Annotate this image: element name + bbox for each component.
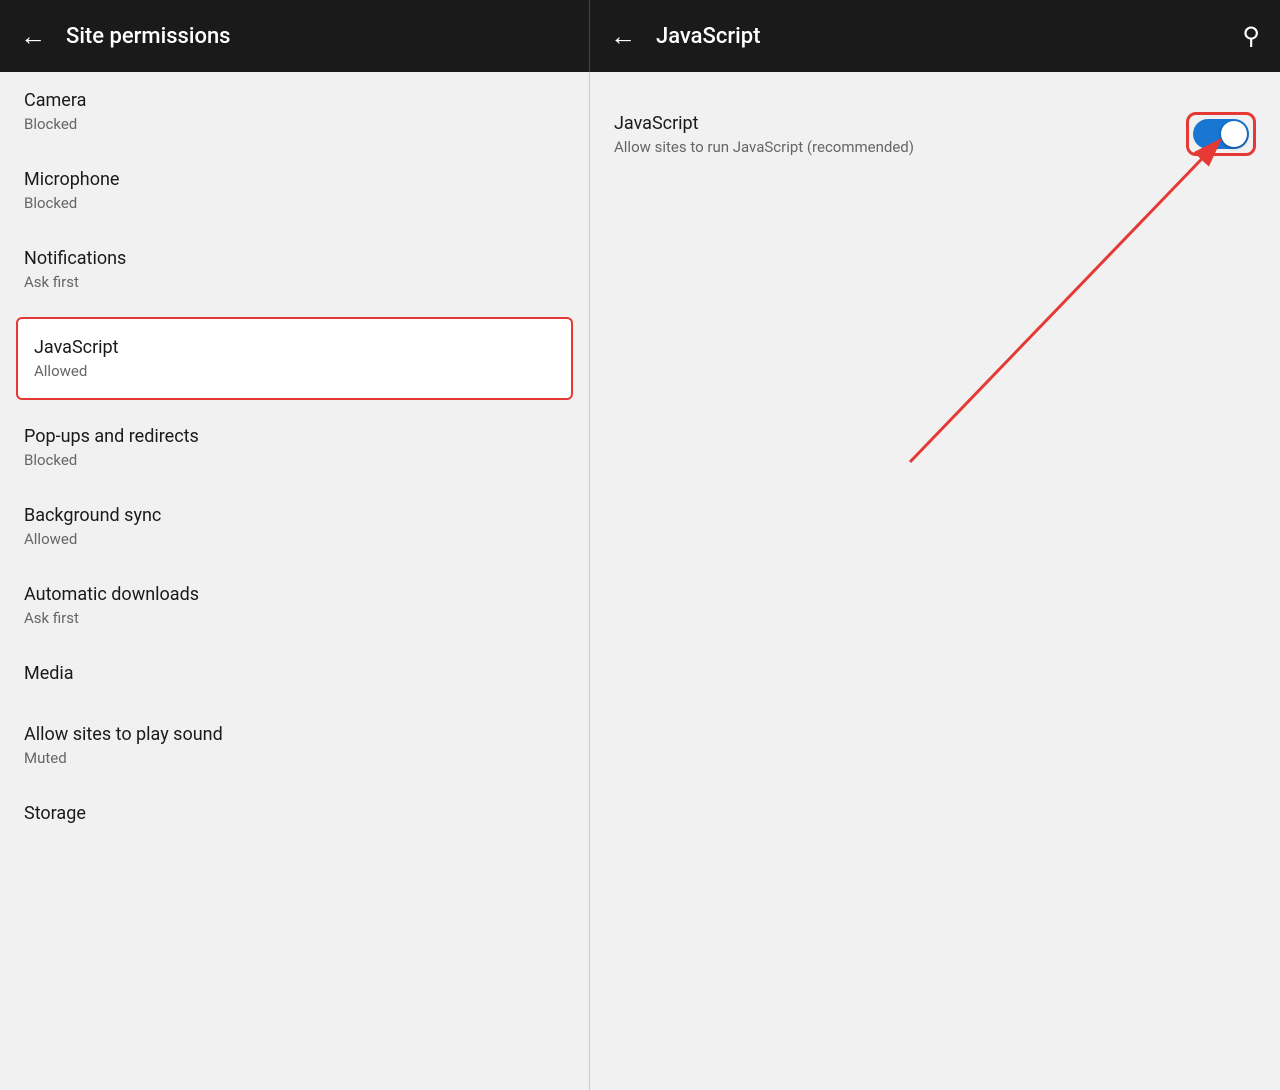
- permission-camera-subtitle: Blocked: [24, 115, 565, 133]
- left-panel: Camera Blocked Microphone Blocked Notifi…: [0, 72, 590, 1090]
- javascript-toggle[interactable]: [1193, 119, 1249, 149]
- permission-javascript-subtitle: Allowed: [34, 362, 555, 380]
- content-row: Camera Blocked Microphone Blocked Notifi…: [0, 72, 1280, 1090]
- toggle-knob: [1221, 121, 1247, 147]
- permission-automatic-downloads-subtitle: Ask first: [24, 609, 565, 627]
- permission-popups-title: Pop-ups and redirects: [24, 426, 565, 447]
- javascript-setting-row: JavaScript Allow sites to run JavaScript…: [614, 96, 1256, 172]
- permission-automatic-downloads[interactable]: Automatic downloads Ask first: [0, 566, 589, 645]
- permission-javascript-title: JavaScript: [34, 337, 555, 358]
- left-header: ← Site permissions: [0, 0, 590, 72]
- permission-sound-title: Allow sites to play sound: [24, 724, 565, 745]
- permission-sound[interactable]: Allow sites to play sound Muted: [0, 706, 589, 785]
- permission-background-sync[interactable]: Background sync Allowed: [0, 487, 589, 566]
- permission-storage-title: Storage: [24, 803, 565, 824]
- right-panel: JavaScript Allow sites to run JavaScript…: [590, 72, 1280, 1090]
- permission-microphone[interactable]: Microphone Blocked: [0, 151, 589, 230]
- right-header: ← JavaScript ⚲: [590, 0, 1280, 72]
- header-row: ← Site permissions ← JavaScript ⚲: [0, 0, 1280, 72]
- permission-microphone-subtitle: Blocked: [24, 194, 565, 212]
- permission-popups[interactable]: Pop-ups and redirects Blocked: [0, 408, 589, 487]
- javascript-setting-text: JavaScript Allow sites to run JavaScript…: [614, 113, 914, 156]
- left-header-title: Site permissions: [66, 24, 231, 49]
- javascript-toggle-wrapper: [1186, 112, 1256, 156]
- permission-popups-subtitle: Blocked: [24, 451, 565, 469]
- javascript-setting-subtitle: Allow sites to run JavaScript (recommend…: [614, 138, 914, 156]
- permission-microphone-title: Microphone: [24, 169, 565, 190]
- right-header-left: ← JavaScript: [610, 21, 760, 52]
- left-back-button[interactable]: ←: [20, 21, 46, 52]
- permission-camera[interactable]: Camera Blocked: [0, 72, 589, 151]
- permission-media[interactable]: Media: [0, 645, 589, 706]
- permission-notifications[interactable]: Notifications Ask first: [0, 230, 589, 309]
- permission-camera-title: Camera: [24, 90, 565, 111]
- javascript-setting-title: JavaScript: [614, 113, 914, 134]
- javascript-settings: JavaScript Allow sites to run JavaScript…: [590, 72, 1280, 196]
- permission-notifications-subtitle: Ask first: [24, 273, 565, 291]
- permission-media-title: Media: [24, 663, 565, 684]
- permission-background-sync-title: Background sync: [24, 505, 565, 526]
- search-icon[interactable]: ⚲: [1242, 22, 1260, 50]
- permission-javascript[interactable]: JavaScript Allowed: [16, 317, 573, 400]
- right-back-button[interactable]: ←: [610, 21, 636, 52]
- annotation-arrow: [590, 72, 1280, 1090]
- permission-sound-subtitle: Muted: [24, 749, 565, 767]
- permission-notifications-title: Notifications: [24, 248, 565, 269]
- permission-background-sync-subtitle: Allowed: [24, 530, 565, 548]
- right-header-title: JavaScript: [656, 24, 760, 49]
- permission-storage[interactable]: Storage: [0, 785, 589, 846]
- permission-automatic-downloads-title: Automatic downloads: [24, 584, 565, 605]
